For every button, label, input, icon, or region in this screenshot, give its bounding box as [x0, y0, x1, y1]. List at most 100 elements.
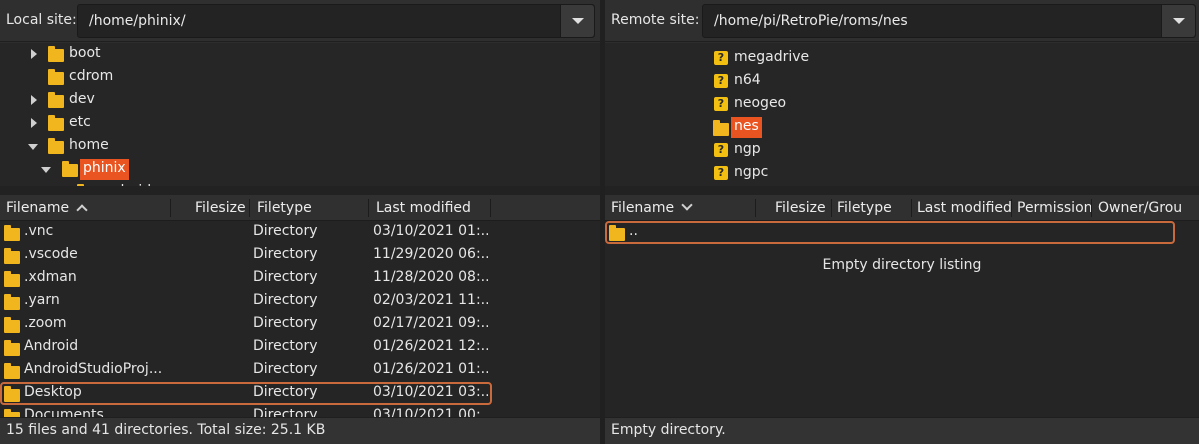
chevron-down-icon[interactable] [560, 5, 594, 37]
folder-icon [62, 161, 78, 177]
local-site-label: Local site: [6, 12, 77, 28]
tree-item-label: megadrive [734, 49, 810, 65]
file-type: Directory [253, 338, 318, 354]
column-header-owner-group[interactable]: Owner/Grou [1092, 195, 1192, 221]
file-row[interactable]: Documents Directory 03/10/2021 00:... [0, 405, 490, 417]
file-row-focused[interactable]: Desktop Directory 03/10/2021 03:... [0, 382, 492, 405]
file-row[interactable]: Android Directory 01/26/2021 12:... [0, 336, 490, 359]
file-row[interactable]: AndroidStudioProj... Directory 01/26/202… [0, 359, 490, 382]
tree-item-dev[interactable]: dev [0, 89, 600, 112]
file-row[interactable]: .vscode Directory 11/29/2020 06:... [0, 244, 490, 267]
file-modified: 03/10/2021 03:... [373, 384, 488, 400]
column-separator[interactable] [170, 199, 171, 217]
file-name: Documents [24, 407, 104, 417]
file-modified: 03/10/2021 00:... [373, 407, 488, 417]
file-type: Directory [253, 315, 318, 331]
tree-item-megadrive[interactable]: ? megadrive [605, 47, 1199, 70]
file-modified: 03/10/2021 01:... [373, 223, 488, 239]
file-name: .vscode [24, 246, 78, 262]
tree-item-label: dev [69, 91, 95, 107]
tree-item-boot[interactable]: boot [0, 43, 600, 66]
local-directory-tree[interactable]: boot cdrom dev etc home phinix [0, 43, 600, 186]
file-modified: 11/29/2020 06:... [373, 246, 488, 262]
folder-icon [48, 138, 64, 154]
folder-icon [48, 92, 64, 108]
tree-item-label: cdrom [69, 68, 114, 84]
column-separator[interactable] [755, 199, 756, 217]
remote-path-input[interactable]: /home/pi/RetroPie/roms/nes [714, 13, 908, 29]
tree-item-label: home [69, 137, 109, 153]
tree-item-neogeo[interactable]: ? neogeo [605, 93, 1199, 116]
tree-list-splitter[interactable] [605, 186, 1199, 195]
local-path-combobox[interactable]: /home/phinix/ [77, 4, 595, 38]
local-status-bar: 15 files and 41 directories. Total size:… [0, 417, 600, 444]
expand-arrow-icon[interactable] [31, 49, 37, 59]
file-type: Directory [253, 384, 318, 400]
file-row[interactable]: .yarn Directory 02/03/2021 11:... [0, 290, 490, 313]
tree-item-ngpc[interactable]: ? ngpc [605, 162, 1199, 185]
column-header-label: Filename [6, 200, 70, 216]
expand-arrow-icon[interactable] [31, 118, 37, 128]
collapse-arrow-icon[interactable] [41, 167, 51, 173]
folder-icon [609, 225, 625, 241]
column-separator[interactable] [249, 199, 250, 217]
tree-item-label: n64 [734, 72, 761, 88]
local-status-text: 15 files and 41 directories. Total size:… [6, 422, 326, 438]
file-name: AndroidStudioProj... [24, 361, 163, 377]
column-header-filetype[interactable]: Filetype [831, 195, 911, 221]
file-name: .. [629, 223, 638, 239]
file-modified: 11/28/2020 08:... [373, 269, 488, 285]
tree-item-label: boot [69, 45, 101, 61]
file-type: Directory [253, 269, 318, 285]
collapse-arrow-icon[interactable] [28, 144, 38, 150]
tree-item-phinix[interactable]: phinix [0, 158, 600, 181]
folder-icon [4, 386, 20, 402]
expand-arrow-icon[interactable] [31, 95, 37, 105]
folder-icon [713, 120, 729, 136]
column-header-filesize[interactable]: Filesize [189, 195, 249, 221]
tree-item-label-selected: phinix [80, 159, 129, 180]
column-header-label: Filetype [257, 200, 312, 216]
column-header-last-modified[interactable]: Last modified [370, 195, 488, 221]
remote-site-pane: Remote site: /home/pi/RetroPie/roms/nes … [605, 0, 1199, 444]
tree-list-splitter[interactable] [0, 186, 600, 195]
tree-item-nes[interactable]: nes [605, 116, 1199, 139]
column-header-filesize[interactable]: Filesize [769, 195, 831, 221]
chevron-down-icon[interactable] [1161, 5, 1195, 37]
folder-icon [4, 248, 20, 264]
unknown-folder-icon: ? [714, 143, 728, 157]
file-row[interactable]: .vnc Directory 03/10/2021 01:... [0, 221, 490, 244]
file-name: Android [24, 338, 79, 354]
column-header-filename[interactable]: Filename [605, 195, 755, 221]
local-file-list[interactable]: Filename Filesize Filetype Last modified… [0, 195, 600, 417]
tree-item-home[interactable]: home [0, 135, 600, 158]
folder-icon [4, 340, 20, 356]
file-type: Directory [253, 246, 318, 262]
tree-item-etc[interactable]: etc [0, 112, 600, 135]
remote-path-combobox[interactable]: /home/pi/RetroPie/roms/nes [702, 4, 1196, 38]
column-header-filetype[interactable]: Filetype [251, 195, 366, 221]
column-separator[interactable] [368, 199, 369, 217]
column-header-last-modified[interactable]: Last modified [911, 195, 1011, 221]
tree-item-label-selected: nes [731, 117, 762, 138]
file-row[interactable]: .xdman Directory 11/28/2020 08:... [0, 267, 490, 290]
tree-item-ngp[interactable]: ? ngp [605, 139, 1199, 162]
tree-item-label: ngp [734, 141, 761, 157]
file-modified: 01/26/2021 01:... [373, 361, 488, 377]
column-separator[interactable] [490, 199, 491, 217]
file-row-focused[interactable]: .. [605, 221, 1175, 244]
tree-item-label: etc [69, 114, 91, 130]
column-header-permission[interactable]: Permission [1011, 195, 1091, 221]
file-row[interactable]: .zoom Directory 02/17/2021 09:... [0, 313, 490, 336]
remote-site-label: Remote site: [611, 12, 700, 28]
local-path-input[interactable]: /home/phinix/ [89, 13, 186, 29]
remote-file-list[interactable]: Filename Filesize Filetype Last modified… [605, 195, 1199, 417]
file-type: Directory [253, 223, 318, 239]
tree-item-cdrom[interactable]: cdrom [0, 66, 600, 89]
file-name: .vnc [24, 223, 54, 239]
folder-icon [48, 115, 64, 131]
sort-descending-icon [681, 199, 693, 211]
remote-directory-tree[interactable]: ? megadrive ? n64 ? neogeo nes ? ngp ? n… [605, 43, 1199, 186]
column-header-filename[interactable]: Filename [0, 195, 170, 221]
tree-item-n64[interactable]: ? n64 [605, 70, 1199, 93]
